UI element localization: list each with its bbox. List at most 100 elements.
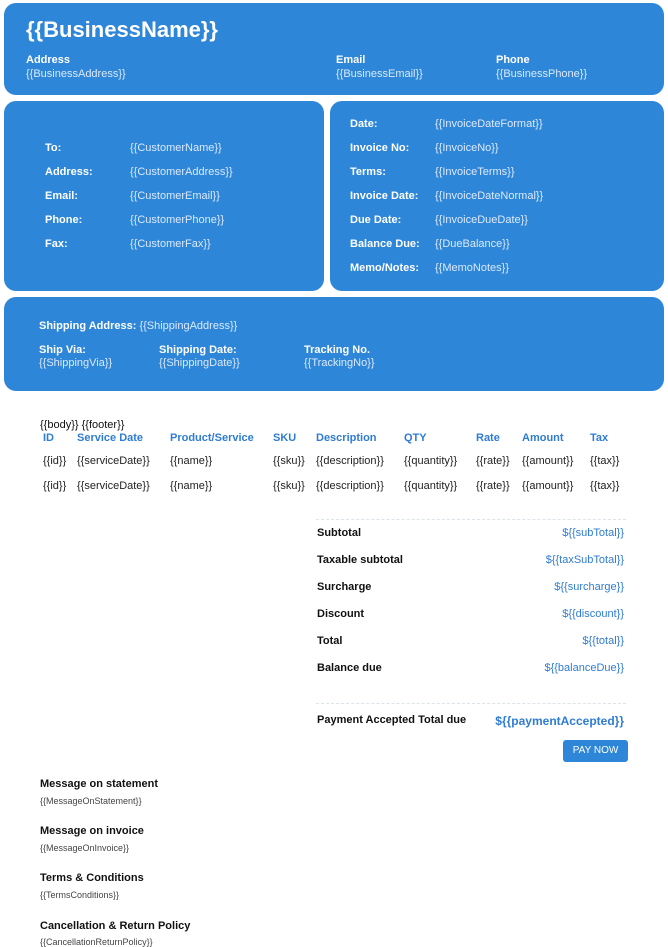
ship-via-block: Ship Via: {{ShippingVia}} [39,344,112,370]
terms-conditions-value: {{TermsConditions}} [40,890,120,900]
cell-description: {{description}} [316,480,384,492]
invoice-field-value: {{InvoiceDueDate}} [435,214,528,226]
customer-field-label: Fax: [45,238,68,250]
terms-conditions-heading: Terms & Conditions [40,872,144,884]
total-value: ${{total}} [582,635,624,647]
customer-field-label: To: [45,142,62,154]
customer-field-value: {{CustomerAddress}} [130,166,233,178]
column-header-tax: Tax [590,432,609,444]
business-address-label: Address [26,54,71,66]
invoice-field-value: {{InvoiceDateFormat}} [435,118,543,130]
invoice-field-label: Terms: [350,166,386,178]
surcharge-value: ${{surcharge}} [554,581,624,593]
cell-service-date: {{serviceDate}} [77,480,150,492]
column-header-product: Product/Service [170,432,254,444]
cell-tax: {{tax}} [590,455,620,467]
business-phone-block: Phone {{BusinessPhone}} [496,53,587,81]
business-phone-label: Phone [496,54,530,66]
customer-field-value: {{CustomerPhone}} [130,214,225,226]
column-header-description: Description [316,432,377,444]
invoice-field-value: {{InvoiceNo}} [435,142,499,154]
message-on-statement-value: {{MessageOnStatement}} [40,796,142,806]
body-footer-placeholder: {{body}} {{footer}} [40,419,125,431]
customer-field-value: {{CustomerName}} [130,142,222,154]
cell-tax: {{tax}} [590,480,620,492]
tracking-label: Tracking No. [304,344,371,356]
customer-field-value: {{CustomerFax}} [130,238,211,250]
discount-label: Discount [317,608,365,620]
tracking-value: {{TrackingNo}} [304,357,375,369]
payment-accepted-value: ${{paymentAccepted}} [495,714,624,728]
customer-panel: To: {{CustomerName}} Address: {{Customer… [4,101,324,291]
invoice-panel: Date: {{InvoiceDateFormat}} Invoice No: … [330,101,664,291]
business-name: {{BusinessName}} [26,17,218,42]
message-on-invoice-heading: Message on invoice [40,825,144,837]
business-header: {{BusinessName}} Address {{BusinessAddre… [4,3,664,95]
pay-now-button[interactable]: PAY NOW [563,740,628,762]
invoice-field-value: {{InvoiceDateNormal}} [435,190,544,202]
ship-via-label: Ship Via: [39,344,86,356]
invoice-field-label: Memo/Notes: [350,262,420,274]
shipping-date-label: Shipping Date: [159,344,237,356]
surcharge-label: Surcharge [317,581,372,593]
cell-rate: {{rate}} [476,455,510,467]
shipping-date-value: {{ShippingDate}} [159,357,240,369]
cell-rate: {{rate}} [476,480,510,492]
customer-field-label: Email: [45,190,79,202]
customer-field-value: {{CustomerEmail}} [130,190,220,202]
discount-value: ${{discount}} [562,608,624,620]
cell-product: {{name}} [170,455,213,467]
business-phone-value: {{BusinessPhone}} [496,68,588,80]
customer-field-label: Address: [45,166,93,178]
invoice-field-value: {{DueBalance}} [435,238,510,250]
column-header-sku: SKU [273,432,297,444]
payment-divider [316,703,626,704]
shipping-panel: Shipping Address: {{ShippingAddress}} Sh… [4,297,664,391]
invoice-field-value: {{InvoiceTerms}} [435,166,515,178]
cancellation-policy-heading: Cancellation & Return Policy [40,920,191,932]
invoice-field-label: Due Date: [350,214,402,226]
cell-product: {{name}} [170,480,213,492]
column-header-id: ID [43,432,54,444]
cell-description: {{description}} [316,455,384,467]
column-header-rate: Rate [476,432,500,444]
cell-qty: {{quantity}} [404,480,458,492]
business-address-value: {{BusinessAddress}} [26,68,126,80]
column-header-amount: Amount [522,432,564,444]
customer-field-label: Phone: [45,214,83,226]
cell-qty: {{quantity}} [404,455,458,467]
tracking-block: Tracking No. {{TrackingNo}} [304,344,375,370]
totals-divider [316,519,626,520]
cell-sku: {{sku}} [273,455,305,467]
subtotal-value: ${{subTotal}} [562,527,624,539]
balance-due-label: Balance due [317,662,382,674]
cell-amount: {{amount}} [522,455,574,467]
column-header-qty: QTY [404,432,427,444]
invoice-field-label: Invoice No: [350,142,410,154]
shipping-date-block: Shipping Date: {{ShippingDate}} [159,344,240,370]
cell-sku: {{sku}} [273,480,305,492]
invoice-field-label: Date: [350,118,378,130]
subtotal-label: Subtotal [317,527,361,539]
total-label: Total [317,635,343,647]
message-on-statement-heading: Message on statement [40,778,158,790]
business-email-block: Email {{BusinessEmail}} [336,53,423,81]
business-email-label: Email [336,54,366,66]
taxable-subtotal-value: ${{taxSubTotal}} [545,554,624,566]
cell-amount: {{amount}} [522,480,574,492]
shipping-address-label: Shipping Address: [39,320,137,332]
cell-id: {{id}} [43,480,67,492]
ship-via-value: {{ShippingVia}} [39,357,113,369]
business-address-block: Address {{BusinessAddress}} [26,53,126,81]
taxable-subtotal-label: Taxable subtotal [317,554,403,566]
shipping-address-value: {{ShippingAddress}} [139,320,238,332]
shipping-address-line: Shipping Address: {{ShippingAddress}} [39,320,237,332]
payment-accepted-label: Payment Accepted Total due [317,714,467,726]
column-header-service-date: Service Date [77,432,144,444]
invoice-field-label: Invoice Date: [350,190,419,202]
invoice-field-value: {{MemoNotes}} [435,262,509,274]
cell-id: {{id}} [43,455,67,467]
invoice-field-label: Balance Due: [350,238,420,250]
message-on-invoice-value: {{MessageOnInvoice}} [40,843,130,853]
business-email-value: {{BusinessEmail}} [336,68,423,80]
